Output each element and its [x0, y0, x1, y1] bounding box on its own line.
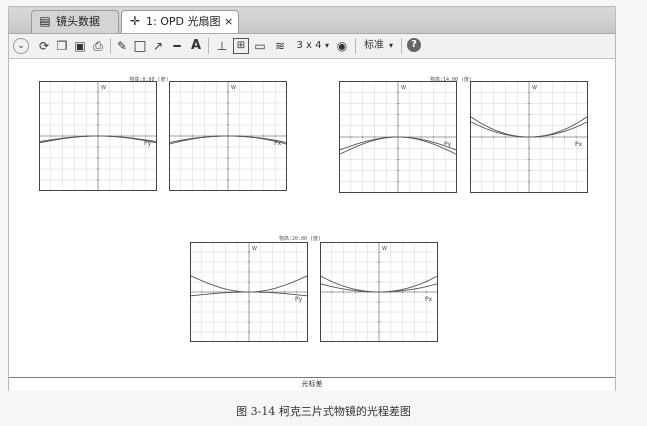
rectangle-icon[interactable]: □ — [133, 37, 147, 55]
axis-label-w: W — [101, 85, 106, 91]
close-tab-icon[interactable]: × — [224, 11, 233, 33]
arrow-icon[interactable]: ↗ — [151, 37, 165, 55]
axis-label-px: Px — [274, 140, 282, 147]
toolbar: ⌄ ⟳ ❐ ▣ ⎙ ✎ □ ↗ ━ A ⊥ ⊞ ▭ ≋ 3 x 4 ▾ ◉ 标准… — [9, 34, 615, 59]
toolbar-separator — [208, 38, 209, 54]
stamp-icon[interactable]: ⊥ — [215, 37, 229, 55]
save-icon[interactable]: ▣ — [73, 37, 87, 55]
axis-label-w: W — [532, 85, 537, 91]
pencil-icon[interactable]: ✎ — [115, 37, 129, 55]
copy-icon[interactable]: ❐ — [55, 37, 69, 55]
opd-plot-5: W Px — [320, 242, 438, 342]
axis-label-py: Py — [295, 296, 303, 303]
line-icon[interactable]: ━ — [169, 37, 185, 55]
axis-label-py: Py — [144, 140, 152, 147]
refresh-icon[interactable]: ⟳ — [37, 37, 51, 55]
axis-label-py: Py — [444, 141, 452, 148]
figure-caption: 图 3-14 柯克三片式物镜的光程差图 — [236, 405, 411, 418]
standard-selector[interactable]: 标准 — [361, 37, 387, 55]
plot-canvas: 物高:0.00 (度) 物高:14.00 (度) 物高:20.00 (度) WP… — [9, 59, 615, 377]
opd-plot-1: W Px — [169, 81, 287, 191]
status-label: 光标差 — [301, 380, 323, 388]
tab-lens-data[interactable]: ▤ 镜头数据 — [31, 10, 119, 33]
tab-opd-fan-label: 1: OPD 光扇图 — [146, 15, 221, 28]
chevron-down-icon[interactable]: ▾ — [323, 37, 331, 55]
tab-lens-data-label: 镜头数据 — [56, 15, 100, 28]
axis-label-w: W — [231, 85, 236, 91]
opd-plot-3: W Px — [470, 81, 588, 193]
help-icon[interactable]: ? — [407, 38, 421, 52]
window-icon[interactable]: ▭ — [253, 37, 267, 55]
axis-label-w: W — [401, 85, 406, 91]
auto-update-icon[interactable]: ◉ — [335, 37, 349, 55]
tab-bar: ▤ 镜头数据 ✛ 1: OPD 光扇图 × — [9, 7, 615, 34]
toolbar-separator — [401, 38, 402, 54]
collapse-icon[interactable]: ⌄ — [13, 38, 29, 54]
layers-icon[interactable]: ≋ — [273, 37, 287, 55]
axis-label-px: Px — [575, 141, 583, 148]
print-icon[interactable]: ⎙ — [91, 37, 105, 55]
opd-plot-0: W Py — [39, 81, 157, 191]
layout-selector[interactable]: 3 x 4 — [295, 37, 323, 55]
opd-plot-2: W Py — [339, 81, 457, 193]
text-icon[interactable]: A — [189, 37, 203, 55]
chevron-down-icon[interactable]: ▾ — [387, 37, 395, 55]
opd-plot-4: W Py — [190, 242, 308, 342]
grid-layout-icon[interactable]: ⊞ — [233, 38, 249, 54]
document-icon: ▤ — [39, 14, 51, 28]
status-bar: 光标差 — [9, 377, 615, 391]
crosshair-icon: ✛ — [129, 14, 141, 28]
axis-label-w: W — [382, 246, 387, 252]
field-title-2: 物高:20.00 (度) — [278, 236, 322, 242]
axis-label-w: W — [252, 246, 257, 252]
toolbar-separator — [110, 38, 111, 54]
toolbar-separator — [355, 38, 356, 54]
axis-label-px: Px — [425, 296, 433, 303]
app-window: ▤ 镜头数据 ✛ 1: OPD 光扇图 × ⌄ ⟳ ❐ ▣ ⎙ ✎ □ ↗ ━ … — [8, 6, 616, 391]
tab-opd-fan[interactable]: ✛ 1: OPD 光扇图 × — [121, 10, 239, 33]
